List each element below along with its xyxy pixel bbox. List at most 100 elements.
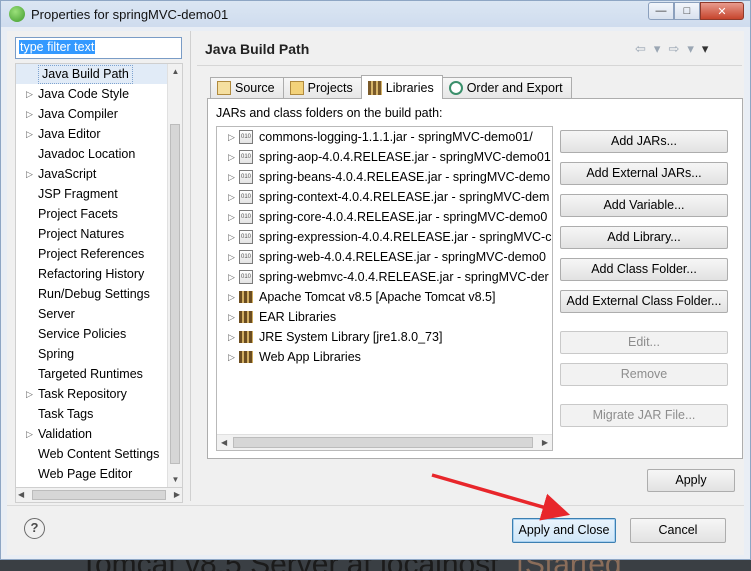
expand-arrow-icon[interactable]: ▷: [228, 127, 235, 147]
expand-arrow-icon[interactable]: ▷: [228, 147, 235, 167]
add-variable-button[interactable]: Add Variable...: [560, 194, 728, 217]
expand-arrow-icon[interactable]: ▷: [228, 247, 235, 267]
scroll-right-icon[interactable]: ▶: [174, 488, 180, 502]
library-item[interactable]: ▷ 010 spring-core-4.0.4.RELEASE.jar - spri…: [217, 207, 552, 227]
nav-item-project-references[interactable]: Project References: [16, 244, 182, 264]
expand-arrow-icon[interactable]: ▷: [228, 307, 235, 327]
nav-item-java-compiler[interactable]: ▷ Java Compiler: [16, 104, 182, 124]
nav-item-refactoring-history[interactable]: Refactoring History: [16, 264, 182, 284]
scroll-thumb[interactable]: [32, 490, 166, 500]
scroll-up-icon[interactable]: ▲: [168, 64, 182, 80]
forward-icon[interactable]: ⇨: [668, 41, 679, 57]
nav-vertical-scrollbar[interactable]: ▲ ▼: [167, 64, 182, 488]
tab-projects[interactable]: Projects: [282, 77, 362, 98]
library-item[interactable]: ▷ 010 spring-web-4.0.4.RELEASE.jar - sprin…: [217, 247, 552, 267]
nav-item-validation[interactable]: ▷ Validation: [16, 424, 182, 444]
nav-item-web-page-editor[interactable]: Web Page Editor: [16, 464, 182, 484]
chevron-down-icon[interactable]: ▾: [654, 41, 661, 57]
help-icon[interactable]: ?: [24, 518, 45, 539]
libraries-icon: [367, 80, 382, 95]
nav-item-java-code-style[interactable]: ▷ Java Code Style: [16, 84, 182, 104]
tab-libraries[interactable]: Libraries: [360, 75, 443, 99]
library-item[interactable]: ▷ Web App Libraries: [217, 347, 552, 367]
nav-item-label: Service Policies: [38, 327, 127, 341]
nav-item-spring[interactable]: Spring: [16, 344, 182, 364]
add-external-jars-button[interactable]: Add External JARs...: [560, 162, 728, 185]
add-library-button[interactable]: Add Library...: [560, 226, 728, 249]
remove-button[interactable]: Remove: [560, 363, 728, 386]
nav-item-java-editor[interactable]: ▷ Java Editor: [16, 124, 182, 144]
filter-input[interactable]: type filter text: [15, 37, 182, 59]
library-item[interactable]: ▷ 010 spring-context-4.0.4.RELEASE.jar - s…: [217, 187, 552, 207]
apply-and-close-button[interactable]: Apply and Close: [512, 518, 616, 543]
library-item[interactable]: ▷ EAR Libraries: [217, 307, 552, 327]
library-item-label: spring-web-4.0.4.RELEASE.jar - springMVC…: [259, 250, 546, 264]
nav-item-task-tags[interactable]: Task Tags: [16, 404, 182, 424]
expand-arrow-icon[interactable]: ▷: [228, 167, 235, 187]
nav-item-targeted-runtimes[interactable]: Targeted Runtimes: [16, 364, 182, 384]
expand-arrow-icon[interactable]: ▷: [228, 227, 235, 247]
expand-arrow-icon[interactable]: ▷: [26, 384, 33, 404]
tab-order-and-export[interactable]: Order and Export: [441, 77, 572, 98]
nav-item-jsp-fragment[interactable]: JSP Fragment: [16, 184, 182, 204]
expand-arrow-icon[interactable]: ▷: [228, 287, 235, 307]
scroll-left-icon[interactable]: ◀: [221, 435, 227, 450]
scroll-thumb[interactable]: [170, 124, 180, 464]
scroll-thumb[interactable]: [233, 437, 533, 448]
minimize-button[interactable]: —: [648, 2, 674, 20]
divider: [197, 65, 742, 66]
nav-item-task-repository[interactable]: ▷ Task Repository: [16, 384, 182, 404]
nav-item-java-build-path[interactable]: Java Build Path: [16, 64, 182, 84]
expand-arrow-icon[interactable]: ▷: [228, 207, 235, 227]
migrate-jar-button[interactable]: Migrate JAR File...: [560, 404, 728, 427]
panel-divider[interactable]: [190, 31, 191, 501]
expand-arrow-icon[interactable]: ▷: [228, 347, 235, 367]
expand-arrow-icon[interactable]: ▷: [26, 104, 33, 124]
expand-arrow-icon[interactable]: ▷: [26, 124, 33, 144]
libraries-tree[interactable]: ▷ 010 commons-logging-1.1.1.jar - springMV…: [216, 126, 553, 451]
add-jars-button[interactable]: Add JARs...: [560, 130, 728, 153]
expand-arrow-icon[interactable]: ▷: [26, 84, 33, 104]
library-item[interactable]: ▷ Apache Tomcat v8.5 [Apache Tomcat v8.5]: [217, 287, 552, 307]
nav-item-web-content-settings[interactable]: Web Content Settings: [16, 444, 182, 464]
property-page-tree[interactable]: Java Build Path ▷ Java Code Style ▷ Java Com…: [15, 63, 183, 489]
expand-arrow-icon[interactable]: ▷: [228, 187, 235, 207]
edit-button[interactable]: Edit...: [560, 331, 728, 354]
expand-arrow-icon[interactable]: ▷: [228, 327, 235, 347]
library-item[interactable]: ▷ 010 spring-expression-4.0.4.RELEASE.jar …: [217, 227, 552, 247]
jar-icon: 010: [239, 210, 253, 224]
library-item[interactable]: ▷ JRE System Library [jre1.8.0_73]: [217, 327, 552, 347]
library-item-label: Apache Tomcat v8.5 [Apache Tomcat v8.5]: [259, 290, 496, 304]
tab-label: Source: [235, 81, 275, 95]
libraries-horizontal-scrollbar[interactable]: ◀ ▶: [217, 434, 552, 450]
library-item[interactable]: ▷ 010 spring-beans-4.0.4.RELEASE.jar - spr…: [217, 167, 552, 187]
nav-item-run-debug-settings[interactable]: Run/Debug Settings: [16, 284, 182, 304]
expand-arrow-icon[interactable]: ▷: [228, 267, 235, 287]
expand-arrow-icon[interactable]: ▷: [26, 164, 33, 184]
nav-item-server[interactable]: Server: [16, 304, 182, 324]
add-class-folder-button[interactable]: Add Class Folder...: [560, 258, 728, 281]
expand-arrow-icon[interactable]: ▷: [26, 424, 33, 444]
library-item[interactable]: ▷ 010 commons-logging-1.1.1.jar - springMV…: [217, 127, 552, 147]
title-bar[interactable]: Properties for springMVC-demo01 — □ ✕: [1, 1, 750, 27]
scroll-left-icon[interactable]: ◀: [18, 488, 24, 502]
nav-item-javadoc-location[interactable]: Javadoc Location: [16, 144, 182, 164]
scroll-right-icon[interactable]: ▶: [542, 435, 548, 450]
add-external-class-folder-button[interactable]: Add External Class Folder...: [560, 290, 728, 313]
tab-source[interactable]: Source: [210, 77, 284, 98]
scroll-down-icon[interactable]: ▼: [168, 472, 182, 488]
nav-item-service-policies[interactable]: Service Policies: [16, 324, 182, 344]
nav-horizontal-scrollbar[interactable]: ◀ ▶: [15, 487, 183, 503]
library-item[interactable]: ▷ 010 spring-webmvc-4.0.4.RELEASE.jar - sp…: [217, 267, 552, 287]
library-item[interactable]: ▷ 010 spring-aop-4.0.4.RELEASE.jar - sprin…: [217, 147, 552, 167]
cancel-button[interactable]: Cancel: [630, 518, 726, 543]
maximize-button[interactable]: □: [674, 2, 700, 20]
nav-item-javascript[interactable]: ▷ JavaScript: [16, 164, 182, 184]
close-button[interactable]: ✕: [700, 2, 744, 20]
back-icon[interactable]: ⇦: [635, 41, 646, 57]
nav-item-project-facets[interactable]: Project Facets: [16, 204, 182, 224]
apply-button[interactable]: Apply: [647, 469, 735, 492]
view-menu-icon[interactable]: ▾: [702, 41, 709, 57]
chevron-down-icon[interactable]: ▾: [687, 41, 694, 57]
nav-item-project-natures[interactable]: Project Natures: [16, 224, 182, 244]
